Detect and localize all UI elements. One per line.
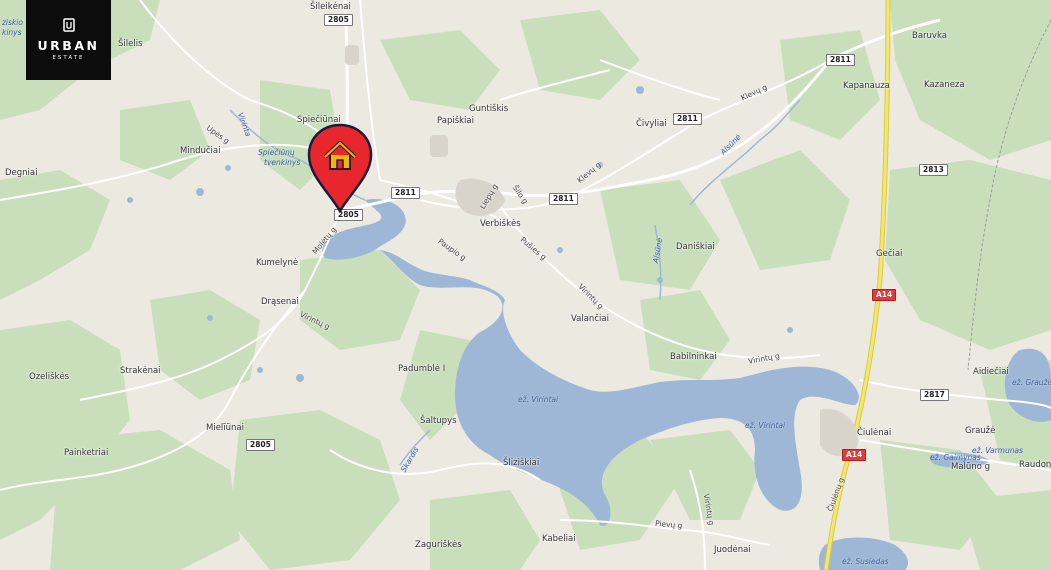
road-shield-2813: 2813: [919, 164, 948, 176]
place-saltupys: Šaltupys: [420, 416, 457, 426]
place-verbiskes: Verbiškės: [480, 219, 521, 229]
place-valanciai: Valančiai: [571, 314, 609, 324]
place-padumble: Padumblė I: [398, 364, 446, 374]
road-shield-2811-c: 2811: [673, 113, 702, 125]
forest-areas: [0, 0, 1051, 570]
home-marker-icon[interactable]: [306, 123, 374, 213]
place-kazaneza: Kazaneza: [924, 80, 965, 90]
urban-estate-logo[interactable]: URBAN ESTATE: [26, 0, 111, 80]
place-sliziskiai: Šliziškiai: [503, 458, 540, 468]
place-painketriai: Painketriai: [64, 448, 109, 458]
road-shield-a14-a: A14: [872, 289, 897, 301]
water-tvenkinys: tvenkinys: [264, 158, 301, 167]
logo-sub-text: ESTATE: [52, 55, 85, 61]
urban-estate-emblem-icon: [26, 17, 111, 36]
place-kabeliai: Kabeliai: [542, 534, 576, 544]
road-shield-2817: 2817: [920, 389, 949, 401]
map-base-layer: [0, 0, 1051, 570]
place-drasenai: Drąsenai: [261, 297, 299, 307]
place-baruvka: Baruvka: [912, 31, 947, 41]
place-juodenai: Juodėnai: [714, 545, 751, 555]
road-shield-2805-a: 2805: [324, 14, 353, 26]
place-grauze: Graužė: [965, 426, 996, 436]
place-degniai: Degniai: [5, 168, 38, 178]
place-silelis: Šilelis: [118, 39, 143, 49]
place-guntiskis: Guntiškis: [469, 104, 509, 114]
place-ciulenai: Čiulėnai: [857, 428, 892, 438]
water-siskio-bottom: kinys: [2, 28, 22, 37]
place-kumelyne: Kumelynė: [256, 258, 299, 268]
place-geciai: Gečiai: [876, 249, 903, 259]
road-shield-2811-b: 2811: [549, 193, 578, 205]
water-ez-virintai-1: ež. Virintai: [518, 395, 559, 404]
place-sileikenai: Šileikėnai: [310, 2, 351, 12]
place-raudone: Raudonė: [1019, 460, 1051, 470]
place-kapanauza: Kapanauza: [843, 81, 890, 91]
water-siskio-top: ziskio: [2, 18, 23, 27]
place-babilninkai: Babilninkai: [670, 352, 717, 362]
water-spieciunu: Spiečiūnų: [258, 148, 295, 157]
map-canvas[interactable]: Šileikėnai Šilelis Spiečiūnai Papiškiai …: [0, 0, 1051, 570]
water-ez-susiedas: ež. Susiedas: [842, 557, 889, 566]
place-daniskiai: Daniškiai: [676, 242, 715, 252]
water-ez-virintai-2: ež. Virintai: [745, 421, 786, 430]
place-zaguriskes: Zaguriškės: [415, 540, 462, 550]
road-shield-2805-c: 2805: [246, 439, 275, 451]
road-shield-a14-b: A14: [842, 449, 867, 461]
place-strakenai: Strakėnai: [120, 366, 161, 376]
place-papiskiai: Papiškiai: [437, 116, 474, 126]
logo-brand-text: URBAN: [37, 38, 100, 53]
water-ez-grauzis: ež. Graužis: [1012, 378, 1051, 387]
place-mieliunai: Mielīūnai: [206, 423, 244, 433]
place-aidieciai: Aidiečiai: [973, 367, 1009, 377]
place-ozeliskes: Ozeliškės: [29, 372, 70, 382]
place-maluno: Malūno g: [951, 462, 990, 472]
water-ez-gaimynas: ež. Gaimynas: [930, 453, 981, 462]
place-civyliai: Čivyliai: [636, 119, 667, 129]
place-minduciai: Mindučiai: [180, 146, 221, 156]
road-shield-2811-d: 2811: [826, 54, 855, 66]
road-shield-2811-a: 2811: [391, 187, 420, 199]
